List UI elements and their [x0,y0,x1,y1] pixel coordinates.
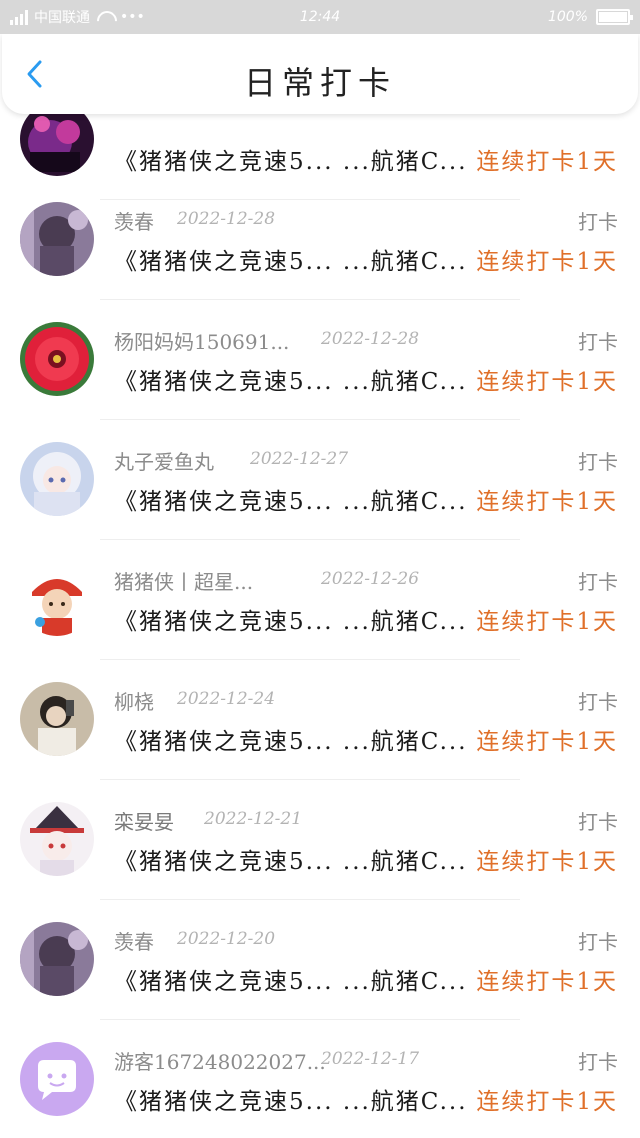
row-date: 2022-12-28 [177,209,276,229]
row-type: 打卡 [578,1050,618,1074]
status-right: 100% [547,0,633,34]
cartoon-red-cap-avatar[interactable] [20,562,94,636]
status-time: 12:44 [299,9,341,25]
user-name[interactable]: 丸子爱鱼丸 [114,446,214,475]
row-date: 2022-12-20 [177,929,276,949]
list-item[interactable]: 羡春 2022-12-28 打卡 《猪猪侠之竞速5... ...航猪C... 连… [0,180,640,300]
row-date: 2022-12-24 [177,689,276,709]
row-type: 打卡 [578,930,618,954]
row-content: 《猪猪侠之竞速5... ...航猪C... [114,489,468,515]
list-item[interactable]: 丸子爱鱼丸 2022-12-27 打卡 《猪猪侠之竞速5... ...航猪C..… [0,420,640,540]
row-streak: 连续打卡1天 [476,729,618,755]
row-date: 2022-12-26 [321,569,420,589]
row-type: 打卡 [578,570,618,594]
list-item[interactable]: 杨阳妈妈150691... 2022-12-28 打卡 《猪猪侠之竞速5... … [0,300,640,420]
purple-photo-avatar[interactable] [20,202,94,276]
battery-icon [596,9,633,25]
page-title: 日常打卡 [243,64,396,102]
row-content: 《猪猪侠之竞速5... ...航猪C... [114,369,468,395]
user-name[interactable]: 猪猪侠丨超星... [114,566,253,595]
row-date: 2022-12-21 [204,809,303,829]
row-streak: 连续打卡1天 [476,849,618,875]
row-content: 《猪猪侠之竞速5... ...航猪C... [114,609,468,635]
user-name[interactable]: 羡春 [114,206,154,235]
user-name[interactable]: 栾妟妟 [114,806,174,835]
chat-bubble-avatar[interactable] [20,1042,94,1116]
anime-witch-hat-avatar[interactable] [20,802,94,876]
row-content: 《猪猪侠之竞速5... ...航猪C... [114,849,468,875]
row-streak: 连续打卡1天 [476,609,618,635]
row-content: 《猪猪侠之竞速5... ...航猪C... [114,149,468,175]
status-bar: 中国联通 ••• 12:44 100% [0,0,640,34]
app-screen: 《猪猪侠之竞速5... ...航猪C... 连续打卡1天 羡春 2022-12-… [0,0,640,1138]
anime-white-hair-avatar[interactable] [20,442,94,516]
battery-percent: 100% [547,9,588,25]
row-content: 《猪猪侠之竞速5... ...航猪C... [114,1089,468,1115]
row-date: 2022-12-27 [250,449,349,469]
list-item[interactable]: 栾妟妟 2022-12-21 打卡 《猪猪侠之竞速5... ...航猪C... … [0,780,640,900]
row-streak: 连续打卡1天 [476,1089,618,1115]
selfie-girl-avatar[interactable] [20,682,94,756]
user-name[interactable]: 杨阳妈妈150691... [114,326,289,355]
row-type: 打卡 [578,210,618,234]
list-item[interactable]: 游客167248022027... 2022-12-17 打卡 《猪猪侠之竞速5… [0,1020,640,1138]
list-item[interactable]: 羡春 2022-12-20 打卡 《猪猪侠之竞速5... ...航猪C... 连… [0,900,640,1020]
row-date: 2022-12-28 [321,329,420,349]
row-streak: 连续打卡1天 [476,369,618,395]
row-content: 《猪猪侠之竞速5... ...航猪C... [114,969,468,995]
row-type: 打卡 [578,330,618,354]
row-streak: 连续打卡1天 [476,489,618,515]
row-streak: 连续打卡1天 [476,969,618,995]
red-flower-avatar[interactable] [20,322,94,396]
user-name[interactable]: 游客167248022027... [114,1046,326,1075]
user-name[interactable]: 柳桡 [114,686,154,715]
row-type: 打卡 [578,450,618,474]
row-date: 2022-12-17 [321,1049,420,1069]
row-type: 打卡 [578,810,618,834]
row-type: 打卡 [578,690,618,714]
list-item[interactable]: 猪猪侠丨超星... 2022-12-26 打卡 《猪猪侠之竞速5... ...航… [0,540,640,660]
list-item[interactable]: 柳桡 2022-12-24 打卡 《猪猪侠之竞速5... ...航猪C... 连… [0,660,640,780]
header-bar: 日常打卡 [2,34,638,114]
user-name[interactable]: 羡春 [114,926,154,955]
purple-photo-avatar[interactable] [20,922,94,996]
row-streak: 连续打卡1天 [476,249,618,275]
row-content: 《猪猪侠之竞速5... ...航猪C... [114,729,468,755]
row-content: 《猪猪侠之竞速5... ...航猪C... [114,249,468,275]
row-streak: 连续打卡1天 [476,149,618,175]
